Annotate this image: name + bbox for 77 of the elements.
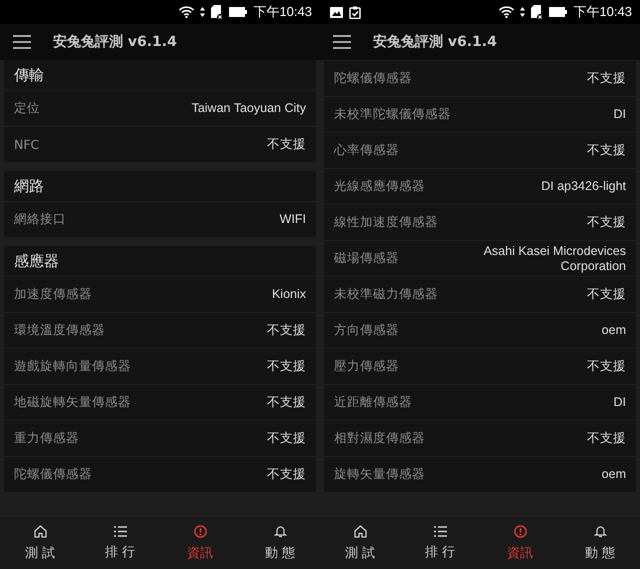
nav-tab[interactable]: 動 態	[240, 517, 320, 569]
nav-tab[interactable]: 資訊	[160, 517, 240, 569]
home-icon	[34, 524, 46, 538]
row-value: Taiwan Taoyuan City	[192, 101, 306, 116]
row-label: 線性加速度傳感器	[334, 214, 438, 231]
home-icon	[354, 524, 366, 538]
nav-tab[interactable]: 資訊	[480, 517, 560, 569]
row-value: oem	[602, 467, 626, 482]
data-arrows-icon	[520, 7, 526, 17]
row-label: 光線感應傳感器	[334, 178, 425, 195]
section-heading: 感應器	[13, 250, 60, 272]
sd-card-icon	[211, 4, 224, 20]
clipboard-check-icon	[349, 6, 361, 18]
row-value: 不支援	[587, 359, 626, 374]
row-value: 不支援	[267, 431, 306, 446]
row-label: 定位	[14, 100, 40, 117]
row-label: 旋轉矢量傳感器	[334, 466, 425, 483]
row-label: 近距離傳感器	[334, 394, 412, 411]
row-label: 陀螺儀傳感器	[14, 466, 92, 483]
row-value: 不支援	[267, 137, 306, 152]
nav-tab[interactable]: 排 行	[80, 517, 160, 569]
bell-icon	[274, 524, 286, 538]
list-icon	[114, 526, 126, 536]
nav-tab[interactable]: 排 行	[400, 517, 480, 569]
row-value: 不支援	[587, 431, 626, 446]
nav-tab[interactable]: 測 試	[0, 517, 80, 569]
row-label: 方向傳感器	[334, 322, 399, 339]
section-heading: 傳輸	[13, 64, 45, 86]
app-title: 安兔兔評測 v6.1.4	[373, 33, 497, 51]
sd-card-icon	[531, 4, 544, 20]
row-value: 不支援	[587, 143, 626, 158]
row-value: Kionix	[272, 287, 306, 302]
row-label: 未校準磁力傳感器	[334, 286, 438, 303]
alert-icon	[194, 524, 206, 538]
row-value: DI ap3426-light	[541, 179, 626, 194]
row-label: NFC	[14, 137, 40, 152]
list-icon	[434, 526, 446, 536]
data-arrows-icon	[200, 7, 206, 17]
row-value: 不支援	[267, 395, 306, 410]
row-label: 重力傳感器	[14, 430, 79, 447]
row-value: DI	[614, 107, 626, 122]
row-value: WIFI	[280, 212, 306, 227]
row-label: 未校準陀螺儀傳感器	[334, 106, 451, 123]
row-value: 不支援	[267, 467, 306, 482]
row-label: 相對濕度傳感器	[334, 430, 425, 447]
row-value: DI	[614, 395, 626, 410]
nav-tab[interactable]: 動 態	[560, 517, 640, 569]
row-label: 環境溫度傳感器	[14, 322, 105, 339]
app-title: 安兔兔評測 v6.1.4	[53, 33, 177, 51]
row-value: 不支援	[587, 215, 626, 230]
alert-icon	[514, 524, 526, 538]
battery-icon	[549, 7, 568, 17]
row-value: 不支援	[267, 323, 306, 338]
row-value: Asahi Kasei Microdevices Corporation	[482, 244, 626, 274]
row-value: oem	[602, 323, 626, 338]
status-time: 下午10:43	[253, 3, 312, 21]
row-label: 心率傳感器	[334, 142, 399, 159]
row-label: 壓力傳感器	[334, 358, 399, 375]
row-value: 不支援	[587, 287, 626, 302]
row-label: 遊戲旋轉向量傳感器	[14, 358, 131, 375]
menu-icon[interactable]	[13, 35, 31, 49]
row-label: 磁場傳感器	[334, 250, 399, 267]
row-value: 不支援	[267, 359, 306, 374]
wifi-icon	[179, 6, 194, 18]
bell-icon	[594, 524, 606, 538]
row-label: 加速度傳感器	[14, 286, 92, 303]
row-value: 不支援	[587, 71, 626, 86]
row-label: 網絡接口	[14, 211, 66, 228]
status-time: 下午10:43	[573, 3, 632, 21]
row-label: 地磁旋轉矢量傳感器	[14, 394, 131, 411]
battery-icon	[229, 7, 248, 17]
section-heading: 網路	[13, 176, 45, 196]
menu-icon[interactable]	[333, 35, 351, 49]
image-icon	[330, 6, 343, 18]
wifi-icon	[499, 6, 514, 18]
nav-tab[interactable]: 測 試	[320, 517, 400, 569]
row-label: 陀螺儀傳感器	[334, 70, 412, 87]
